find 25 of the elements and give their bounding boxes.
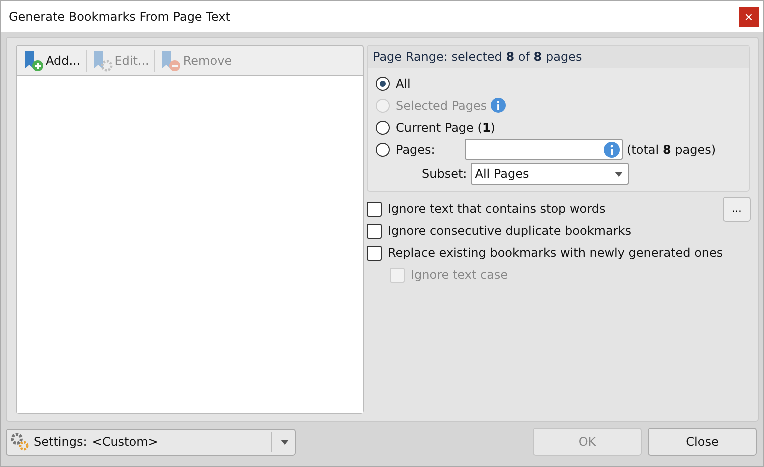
radio-option[interactable]: Pages: xyxy=(376,142,459,156)
checkbox-option[interactable]: Ignore consecutive duplicate bookmarks xyxy=(367,224,632,238)
subset-label: Subset: xyxy=(422,167,468,181)
close-button[interactable]: × xyxy=(739,6,759,26)
caret-icon xyxy=(615,172,624,176)
bookmark-remove-icon xyxy=(160,50,182,72)
toolbar-button[interactable]: Add... xyxy=(21,50,83,72)
gears-icon xyxy=(10,432,30,452)
bookmark-add-icon xyxy=(23,50,45,72)
radio-option[interactable]: Current Page (1) xyxy=(376,120,496,134)
group-header: Page Range: selected 8 of 8 pages xyxy=(373,50,582,64)
info-icon xyxy=(491,98,506,113)
settings-dropdown[interactable]: Settings: <Custom> xyxy=(6,428,296,456)
more-button[interactable]: ... xyxy=(723,196,751,222)
subset-dropdown[interactable]: All Pages xyxy=(471,163,630,185)
window-title: Generate Bookmarks From Page Text xyxy=(9,10,230,24)
info-icon xyxy=(604,142,620,158)
caret-icon xyxy=(281,440,289,444)
pages-field[interactable] xyxy=(465,139,623,160)
checkbox-option[interactable]: Replace existing bookmarks with newly generated ones xyxy=(367,246,724,260)
total-pages-note: (total 8 pages) xyxy=(627,142,716,156)
radio-option[interactable]: All xyxy=(376,76,459,90)
dialog-button[interactable]: Close xyxy=(648,428,757,456)
checkbox-option[interactable]: Ignore text that contains stop words xyxy=(367,202,606,216)
bookmark-gear-icon xyxy=(92,50,114,72)
